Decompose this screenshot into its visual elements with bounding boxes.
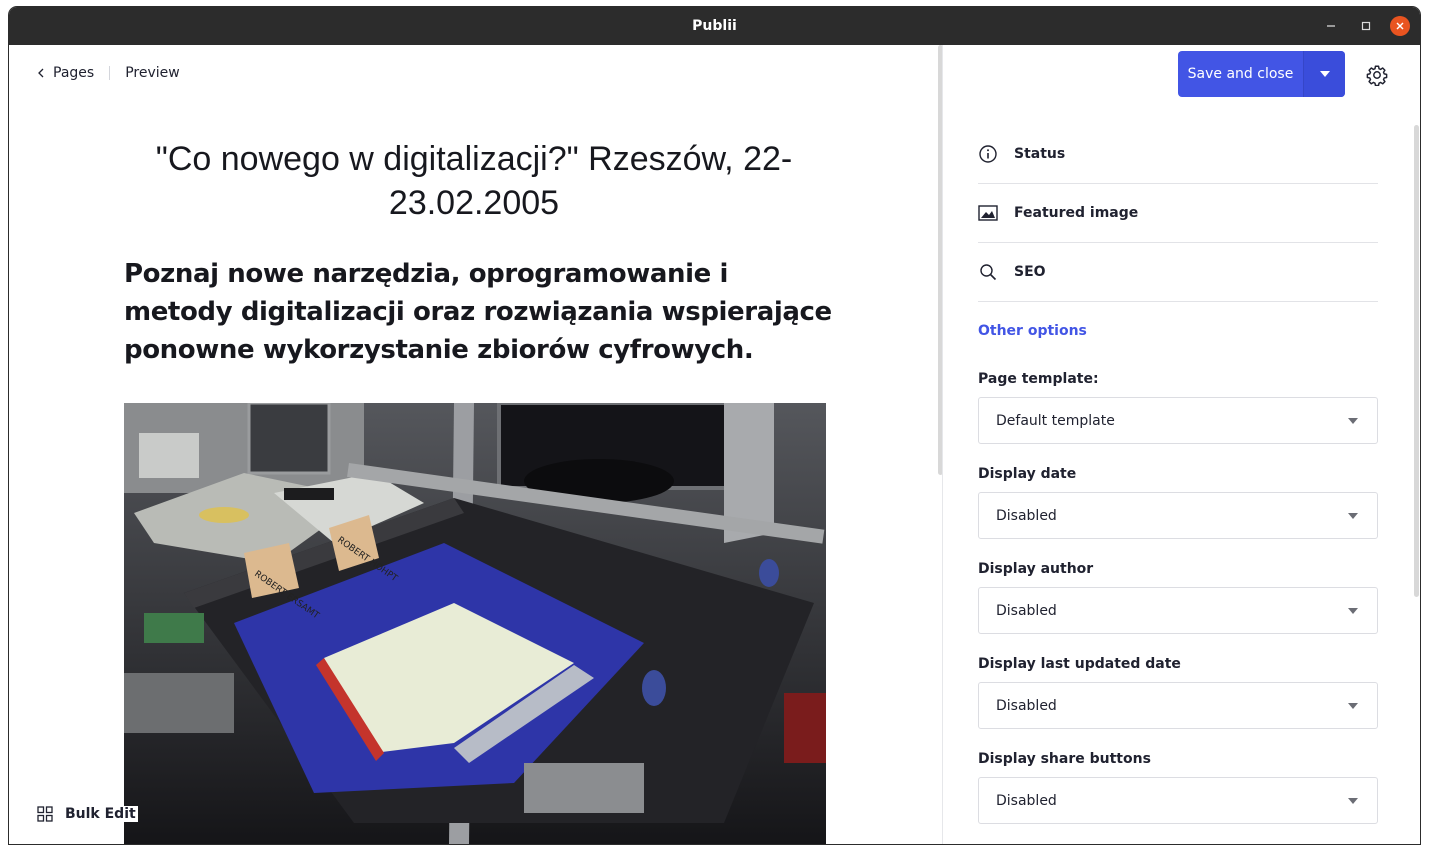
caret-down-icon <box>1319 71 1330 77</box>
bulk-edit-button[interactable]: Bulk Edit <box>37 806 138 822</box>
section-seo[interactable]: SEO <box>978 243 1378 302</box>
chevron-down-icon <box>1348 513 1358 519</box>
bulk-edit-label: Bulk Edit <box>65 806 136 822</box>
display-date-label: Display date <box>978 466 1077 482</box>
display-author-value: Disabled <box>996 602 1057 619</box>
titlebar: Publii <box>9 7 1420 45</box>
page-title[interactable]: "Co nowego w digitalizacji?" Rzeszów, 22… <box>129 137 819 225</box>
info-icon <box>978 144 998 164</box>
app-window: Publii Pages Preview "Co nowego w digita… <box>9 7 1420 844</box>
section-status-label: Status <box>1014 146 1066 162</box>
chevron-down-icon <box>1348 798 1358 804</box>
display-share-buttons-label: Display share buttons <box>978 751 1151 767</box>
nav-divider <box>109 66 111 80</box>
section-featured-image[interactable]: Featured image <box>978 184 1378 243</box>
display-share-buttons-value: Disabled <box>996 792 1057 809</box>
display-last-updated-label: Display last updated date <box>978 656 1181 672</box>
display-author-select[interactable]: Disabled <box>978 587 1378 634</box>
section-featured-image-label: Featured image <box>1014 205 1139 221</box>
page-template-label: Page template: <box>978 371 1099 387</box>
minimize-icon <box>1327 25 1335 27</box>
sidebar-scrollbar[interactable] <box>1414 125 1419 597</box>
display-share-buttons-select[interactable]: Disabled <box>978 777 1378 824</box>
chevron-down-icon <box>1348 418 1358 424</box>
save-and-close-button[interactable]: Save and close <box>1178 51 1345 97</box>
close-icon <box>1396 22 1404 30</box>
maximize-icon <box>1361 21 1371 31</box>
chevron-down-icon <box>1348 608 1358 614</box>
chevron-left-icon <box>38 68 44 78</box>
maximize-button[interactable] <box>1356 16 1376 36</box>
display-author-label: Display author <box>978 561 1094 577</box>
other-options-heading[interactable]: Other options <box>978 323 1087 339</box>
save-options-dropdown[interactable] <box>1303 51 1345 97</box>
search-icon <box>978 262 998 282</box>
top-navigation: Pages Preview <box>37 65 180 81</box>
display-date-select[interactable]: Disabled <box>978 492 1378 539</box>
window-title: Publii <box>692 18 737 34</box>
scanner-photo: ROBERT ERSAMT ROBERT HOHPT <box>124 403 826 844</box>
settings-sidebar: Save and close Status Featured image SEO… <box>942 45 1420 844</box>
back-label: Pages <box>53 65 95 81</box>
settings-button[interactable] <box>1366 64 1388 87</box>
section-status[interactable]: Status <box>978 125 1378 184</box>
back-to-pages-link[interactable]: Pages <box>37 65 94 81</box>
page-template-value: Default template <box>996 412 1115 429</box>
display-last-updated-value: Disabled <box>996 697 1057 714</box>
section-seo-label: SEO <box>1014 264 1046 280</box>
lead-paragraph[interactable]: Poznaj nowe narzędzia, oprogramowanie i … <box>124 255 844 369</box>
preview-link[interactable]: Preview <box>125 65 180 81</box>
display-date-value: Disabled <box>996 507 1057 524</box>
image-icon <box>978 203 998 223</box>
minimize-button[interactable] <box>1321 16 1341 36</box>
editor-panel: Pages Preview "Co nowego w digitalizacji… <box>9 45 943 844</box>
display-last-updated-select[interactable]: Disabled <box>978 682 1378 729</box>
chevron-down-icon <box>1348 703 1358 709</box>
content-image[interactable]: ROBERT ERSAMT ROBERT HOHPT <box>124 403 826 844</box>
save-and-close-label: Save and close <box>1187 66 1294 82</box>
close-button[interactable] <box>1390 16 1410 36</box>
grid-icon <box>37 806 53 822</box>
page-template-select[interactable]: Default template <box>978 397 1378 444</box>
gear-icon <box>1366 65 1388 87</box>
